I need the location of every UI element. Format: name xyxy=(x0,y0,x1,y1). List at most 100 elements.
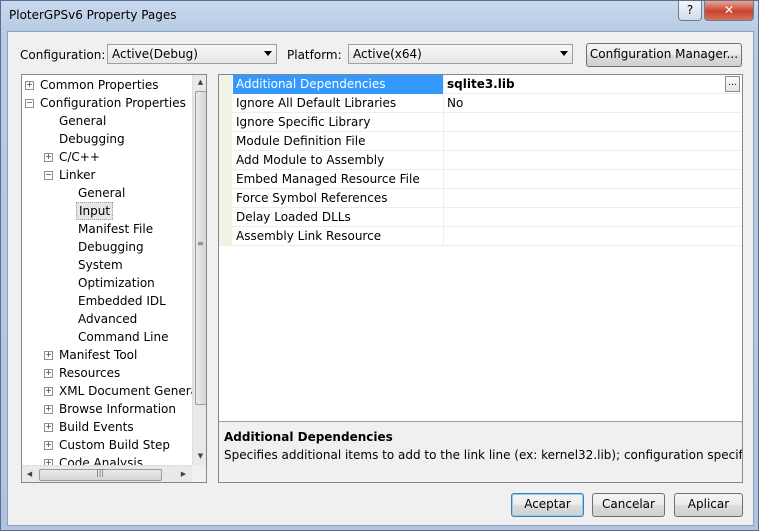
column-divider xyxy=(443,75,444,94)
property-name: Ignore All Default Libraries xyxy=(236,96,397,110)
row-margin xyxy=(219,208,232,227)
property-row[interactable]: Ignore All Default Libraries No xyxy=(219,94,742,113)
tree-horizontal-scrollbar[interactable]: ◀ ||| ▶ xyxy=(22,465,192,482)
configuration-dropdown[interactable]: Active(Debug) xyxy=(107,44,277,64)
tree-item[interactable]: + Manifest Tool xyxy=(22,346,192,364)
tree-item[interactable]: + XML Document Genera xyxy=(22,382,198,400)
help-button[interactable]: ? xyxy=(678,1,702,21)
property-name: Force Symbol References xyxy=(236,191,388,205)
expand-icon[interactable]: + xyxy=(44,387,53,396)
property-name: Module Definition File xyxy=(236,134,366,148)
platform-value: Active(x64) xyxy=(353,47,422,61)
tree-item[interactable]: Debugging xyxy=(22,130,192,148)
property-tree[interactable]: + Common Properties − Configuration Propert… xyxy=(21,74,207,483)
row-margin xyxy=(219,94,232,113)
tree-item-label: Manifest Tool xyxy=(59,348,138,362)
accept-button[interactable]: Aceptar xyxy=(511,493,584,517)
tree-item[interactable]: + C/C++ xyxy=(22,148,192,166)
scroll-left-arrow-icon[interactable]: ◀ xyxy=(22,467,37,482)
scroll-right-arrow-icon[interactable]: ▶ xyxy=(176,467,191,482)
tree-item[interactable]: + Resources xyxy=(22,364,192,382)
property-name: Embed Managed Resource File xyxy=(236,172,420,186)
column-divider xyxy=(443,227,444,246)
chevron-down-icon xyxy=(264,51,272,56)
tree-item[interactable]: − Linker xyxy=(22,166,192,184)
collapse-icon[interactable]: − xyxy=(25,99,34,108)
column-divider xyxy=(443,132,444,151)
configuration-manager-button[interactable]: Configuration Manager... xyxy=(586,43,742,67)
apply-button[interactable]: Aplicar xyxy=(674,493,743,517)
expand-icon[interactable]: + xyxy=(44,441,53,450)
tree-item-label: C/C++ xyxy=(59,150,100,164)
tree-item-label: Linker xyxy=(59,168,96,182)
tree-item-label: Command Line xyxy=(78,330,169,344)
expand-icon[interactable]: + xyxy=(44,423,53,432)
title-bar[interactable]: PloterGPSv6 Property Pages ? ✕ xyxy=(1,1,758,31)
tree-item-label: Debugging xyxy=(59,132,125,146)
tree-hscroll-thumb[interactable]: ||| xyxy=(39,468,162,481)
property-row[interactable]: Ignore Specific Library xyxy=(219,113,742,132)
tree-item[interactable]: Manifest File xyxy=(22,220,192,238)
row-margin xyxy=(219,170,232,189)
expand-icon[interactable]: + xyxy=(44,153,53,162)
expand-icon[interactable]: + xyxy=(44,405,53,414)
row-margin xyxy=(219,151,232,170)
tree-item[interactable]: Input xyxy=(22,202,192,220)
grip-icon: ||| xyxy=(96,468,105,477)
tree-item[interactable]: Advanced xyxy=(22,310,192,328)
expand-icon[interactable]: + xyxy=(44,351,53,360)
row-margin xyxy=(219,113,232,132)
tree-item[interactable]: General xyxy=(22,184,192,202)
tree-item-label: Embedded IDL xyxy=(78,294,166,308)
property-grid[interactable]: Additional Dependencies sqlite3.lib... Ign… xyxy=(218,74,743,483)
scroll-down-arrow-icon[interactable]: ▼ xyxy=(193,449,206,464)
cancel-button[interactable]: Cancelar xyxy=(592,493,665,517)
tree-item[interactable]: + Common Properties xyxy=(22,76,192,94)
tree-item[interactable]: Debugging xyxy=(22,238,192,256)
property-row[interactable]: Add Module to Assembly xyxy=(219,151,742,170)
close-button[interactable]: ✕ xyxy=(704,1,754,21)
column-divider xyxy=(443,208,444,227)
property-name: Ignore Specific Library xyxy=(236,115,371,129)
property-row[interactable]: Delay Loaded DLLs xyxy=(219,208,742,227)
expand-icon[interactable]: + xyxy=(25,81,34,90)
tree-item-label: General xyxy=(78,186,126,200)
expand-icon[interactable]: + xyxy=(44,369,53,378)
property-row[interactable]: Embed Managed Resource File xyxy=(219,170,742,189)
tree-item-label: Optimization xyxy=(78,276,155,290)
property-name: Additional Dependencies xyxy=(236,77,386,91)
tree-item[interactable]: Command Line xyxy=(22,328,192,346)
tree-vscroll-thumb[interactable]: ≡ xyxy=(195,91,206,405)
column-divider xyxy=(443,170,444,189)
collapse-icon[interactable]: − xyxy=(44,171,53,180)
property-value[interactable]: No xyxy=(447,96,463,110)
property-row[interactable]: Force Symbol References xyxy=(219,189,742,208)
tree-item-label: Common Properties xyxy=(40,78,159,92)
row-margin xyxy=(219,189,232,208)
platform-dropdown[interactable]: Active(x64) xyxy=(348,44,573,64)
tree-item-label: Configuration Properties xyxy=(40,96,186,110)
tree-item-label: System xyxy=(78,258,123,272)
platform-label: Platform: xyxy=(287,48,342,62)
property-name: Delay Loaded DLLs xyxy=(236,210,351,224)
property-row[interactable]: Assembly Link Resource xyxy=(219,227,742,246)
tree-item-label: Debugging xyxy=(78,240,144,254)
tree-item[interactable]: − Configuration Properties xyxy=(22,94,192,112)
tree-item[interactable]: Embedded IDL xyxy=(22,292,192,310)
property-value[interactable]: sqlite3.lib xyxy=(447,77,515,91)
tree-item[interactable]: + Browse Information xyxy=(22,400,192,418)
property-row[interactable]: Module Definition File xyxy=(219,132,742,151)
tree-item[interactable]: System xyxy=(22,256,192,274)
configuration-value: Active(Debug) xyxy=(112,47,198,61)
column-divider xyxy=(443,189,444,208)
ellipsis-button[interactable]: ... xyxy=(725,76,740,92)
tree-item[interactable]: + Build Events xyxy=(22,418,192,436)
tree-vertical-scrollbar[interactable]: ▲ ≡ ▼ xyxy=(192,75,206,465)
scroll-up-arrow-icon[interactable]: ▲ xyxy=(193,75,206,90)
property-row[interactable]: Additional Dependencies sqlite3.lib... xyxy=(219,75,742,94)
tree-item[interactable]: Optimization xyxy=(22,274,192,292)
tree-item[interactable]: + Custom Build Step xyxy=(22,436,192,454)
description-title: Additional Dependencies xyxy=(224,430,393,444)
grip-icon: ≡ xyxy=(197,239,204,248)
tree-item[interactable]: General xyxy=(22,112,192,130)
